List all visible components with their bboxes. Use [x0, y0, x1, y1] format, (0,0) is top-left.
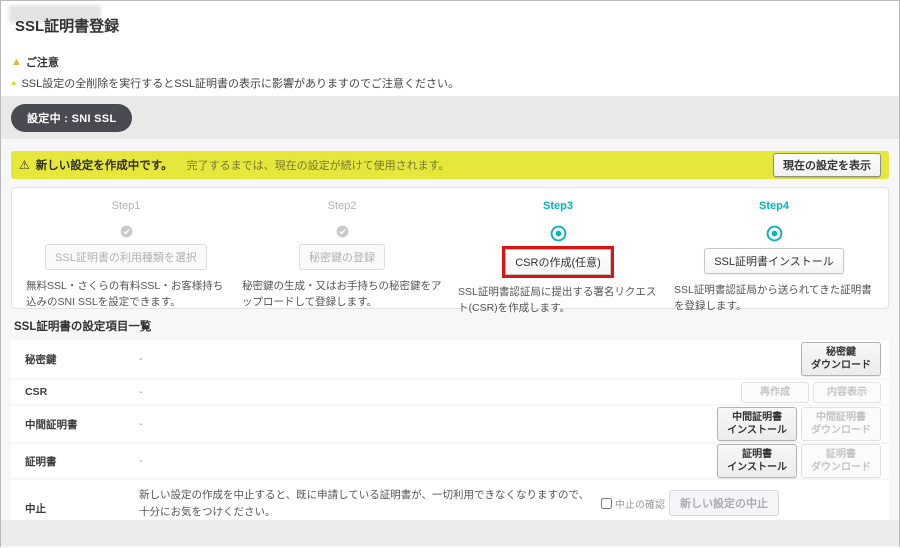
install-certificate-step-button[interactable]: SSL証明書インストール	[704, 248, 844, 274]
step-1-label: Step1	[112, 200, 141, 212]
footer-spacer	[1, 520, 899, 546]
row-value: -	[139, 386, 741, 398]
step-3: Step3 CSRの作成(任意) SSL証明書認証局に提出する署名リクエスト(C…	[450, 200, 666, 296]
radio-selected-icon	[766, 225, 783, 242]
intermediate-cert-install-button[interactable]: 中間証明書 インストール	[717, 407, 797, 441]
row-value: -	[139, 353, 801, 365]
csr-recreate-button[interactable]: 再作成	[741, 382, 809, 403]
create-csr-button[interactable]: CSRの作成(任意)	[505, 249, 611, 275]
warning-icon: ⚠	[19, 159, 30, 171]
status-badge: 設定中 : SNI SSL	[11, 104, 132, 132]
radio-selected-icon	[550, 225, 567, 242]
intermediate-cert-download-button[interactable]: 中間証明書 ダウンロード	[801, 407, 881, 441]
csr-show-content-button[interactable]: 内容表示	[813, 382, 881, 403]
abort-confirm-checkbox-label: 中止の確認	[601, 496, 665, 511]
row-label: CSR	[25, 386, 139, 398]
abort-controls: 中止の確認 新しい設定の中止	[601, 490, 779, 516]
notice-heading: ご注意	[26, 54, 59, 70]
bullet-icon: ●	[11, 79, 16, 88]
certificate-install-button[interactable]: 証明書 インストール	[717, 444, 797, 478]
banner-strong-text: 新しい設定を作成中です。	[36, 157, 173, 173]
table-row-certificate: 証明書 - 証明書 インストール 証明書 ダウンロード	[11, 444, 889, 478]
notice-block: ▲ ご注意 ● SSL設定の全削除を実行するとSSL証明書の表示に影響があります…	[11, 54, 459, 91]
warning-triangle-icon: ▲	[11, 57, 22, 68]
main-content: ⚠ 新しい設定を作成中です。 完了するまでは、現在の設定が続けて使用されます。 …	[1, 139, 899, 548]
row-label: 中止	[25, 501, 139, 516]
step-2: Step2 秘密鍵の登録 秘密鍵の生成・又はお手持ちの秘密鍵をアップロードして登…	[234, 200, 450, 296]
row-value: -	[139, 418, 717, 430]
show-current-settings-button[interactable]: 現在の設定を表示	[773, 153, 881, 177]
settings-table-title: SSL証明書の設定項目一覧	[14, 318, 889, 334]
in-progress-banner: ⚠ 新しい設定を作成中です。 完了するまでは、現在の設定が続けて使用されます。 …	[11, 151, 889, 179]
status-band: 設定中 : SNI SSL	[1, 96, 899, 139]
row-value: -	[139, 455, 717, 467]
step-4-description: SSL証明書認証局から送られてきた証明書を登録します。	[674, 282, 874, 315]
page-header: SSL証明書登録 ▲ ご注意 ● SSL設定の全削除を実行するとSSL証明書の表…	[1, 1, 899, 96]
table-row-private-key: 秘密鍵 - 秘密鍵 ダウンロード	[11, 340, 889, 378]
step-1: Step1 SSL証明書の利用種類を選択 無料SSL・さくらの有料SSL・お客様…	[18, 200, 234, 296]
notice-text: SSL設定の全削除を実行するとSSL証明書の表示に影響がありますのでご注意くださ…	[21, 75, 459, 91]
step-2-description: 秘密鍵の生成・又はお手持ちの秘密鍵をアップロードして登録します。	[242, 278, 442, 311]
steps-card: Step1 SSL証明書の利用種類を選択 無料SSL・さくらの有料SSL・お客様…	[11, 187, 889, 309]
register-private-key-button[interactable]: 秘密鍵の登録	[299, 244, 385, 270]
step-4: Step4 SSL証明書インストール SSL証明書認証局から送られてきた証明書を…	[666, 200, 882, 296]
abort-new-settings-button[interactable]: 新しい設定の中止	[669, 490, 779, 516]
row-label: 中間証明書	[25, 417, 139, 432]
annotation-highlight-box: CSRの作成(任意)	[502, 246, 614, 278]
step-2-label: Step2	[328, 200, 357, 212]
check-circle-icon	[336, 225, 349, 238]
abort-confirm-checkbox[interactable]	[601, 498, 612, 509]
banner-message: 完了するまでは、現在の設定が続けて使用されます。	[187, 157, 450, 173]
page-title: SSL証明書登録	[15, 15, 119, 36]
table-row-csr: CSR - 再作成 内容表示	[11, 380, 889, 404]
row-label: 証明書	[25, 454, 139, 469]
step-1-description: 無料SSL・さくらの有料SSL・お客様持ち込みのSNI SSLを設定できます。	[26, 278, 226, 311]
ssl-certificate-registration-page: { "colors": { "accent_teal": "#00b5bd", …	[0, 0, 900, 547]
step-4-label: Step4	[759, 200, 789, 212]
table-row-intermediate-cert: 中間証明書 - 中間証明書 インストール 中間証明書 ダウンロード	[11, 406, 889, 442]
step-3-description: SSL証明書認証局に提出する署名リクエスト(CSR)を作成します。	[458, 284, 658, 317]
select-ssl-type-button[interactable]: SSL証明書の利用種類を選択	[45, 244, 207, 270]
certificate-download-button[interactable]: 証明書 ダウンロード	[801, 444, 881, 478]
private-key-download-button[interactable]: 秘密鍵 ダウンロード	[801, 342, 881, 376]
row-label: 秘密鍵	[25, 352, 139, 367]
step-3-label: Step3	[543, 200, 573, 212]
check-circle-icon	[120, 225, 133, 238]
